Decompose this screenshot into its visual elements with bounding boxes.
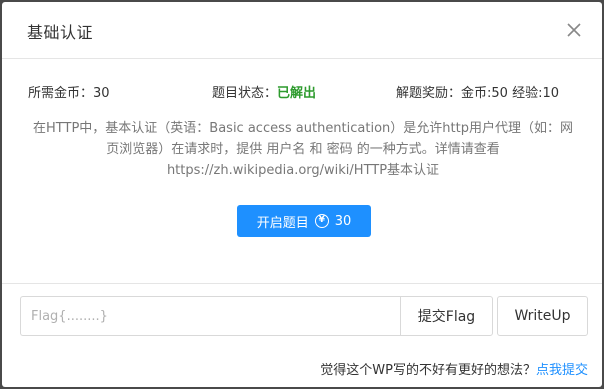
challenge-description: 在HTTP中，基本认证（英语：Basic access authenticati… [26,118,580,181]
required-coins: 所需金币：30 [28,82,110,101]
start-challenge-button[interactable]: 开启题目 ¥ 30 [237,205,371,237]
status-badge: 已解出 [277,86,317,101]
start-challenge-label: 开启题目 [256,215,309,231]
close-icon [567,23,581,37]
required-coins-value: 30 [93,86,110,101]
challenge-modal: 基础认证 所需金币：30 题目状态：已解出 解题奖励：金币:50 经验:10 在… [2,2,602,387]
close-button[interactable] [562,18,586,42]
description-line: 页浏览器）在请求时，提供 用户名 和 密码 的一种方式。详情请查看 [106,142,500,157]
feedback-prompt: 觉得这个WP写的不好有更好的想法？点我提交 [320,359,588,378]
challenge-status: 题目状态：已解出 [212,82,316,101]
feedback-text: 觉得这个WP写的不好有更好的想法？ [320,363,536,378]
divider [2,283,602,284]
flag-input[interactable] [20,296,401,336]
submit-flag-button[interactable]: 提交Flag [400,296,493,336]
solve-reward-label: 解题奖励： [396,86,462,101]
writeup-button[interactable]: WriteUp [497,296,588,336]
description-line: 在HTTP中，基本认证（英语：Basic access authenticati… [33,121,573,136]
solve-reward-value: 金币:50 经验:10 [461,86,559,101]
solve-reward: 解题奖励：金币:50 经验:10 [396,82,559,101]
challenge-stats: 所需金币：30 题目状态：已解出 解题奖励：金币:50 经验:10 [28,82,588,102]
feedback-submit-link[interactable]: 点我提交 [536,363,588,378]
start-challenge-cost: 30 [334,213,352,229]
description-link[interactable]: https://zh.wikipedia.org/wiki/HTTP基本认证 [26,160,580,181]
required-coins-label: 所需金币： [28,86,94,101]
modal-title: 基础认证 [27,23,94,42]
modal-header: 基础认证 [2,2,602,59]
challenge-status-label: 题目状态： [212,86,278,101]
coin-icon: ¥ [314,214,329,228]
